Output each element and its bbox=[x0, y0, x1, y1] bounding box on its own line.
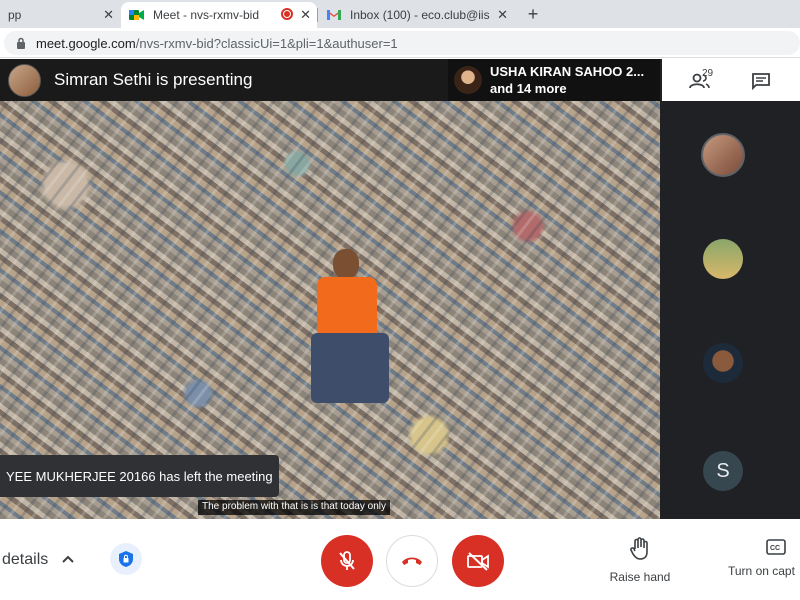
video-person bbox=[305, 249, 395, 469]
active-speaker: USHA KIRAN SAHOO 2... and 14 more bbox=[448, 59, 660, 101]
raise-hand-icon bbox=[630, 537, 648, 560]
gmail-favicon-icon bbox=[326, 7, 342, 23]
meet-favicon-icon bbox=[129, 7, 145, 23]
lock-icon[interactable] bbox=[14, 36, 28, 50]
tab-inbox[interactable]: Inbox (100) - eco.club@iiserbpr.a ✕ bbox=[318, 2, 514, 28]
mic-off-icon bbox=[339, 551, 355, 570]
camera-toggle-button[interactable] bbox=[452, 535, 504, 587]
tab-close-icon[interactable]: ✕ bbox=[497, 7, 508, 23]
tab-title: Inbox (100) - eco.club@iiserbpr.a bbox=[350, 8, 490, 22]
address-bar[interactable]: meet.google.com/nvs-rxmv-bid?classicUi=1… bbox=[4, 31, 800, 55]
meeting-controls: details Raise hand CC Turn on capt bbox=[0, 519, 800, 600]
tab-title: Meet - nvs-rxmv-bid bbox=[153, 8, 260, 22]
tab-meet[interactable]: Meet - nvs-rxmv-bid ✕ bbox=[121, 2, 317, 28]
presentation-header: Simran Sethi is presenting USHA KIRAN SA… bbox=[0, 59, 660, 101]
participant-tiles: S bbox=[660, 101, 800, 519]
participant-avatar[interactable] bbox=[701, 133, 745, 177]
mic-toggle-button[interactable] bbox=[321, 535, 373, 587]
participant-avatar[interactable]: S bbox=[703, 451, 743, 491]
url-path: /nvs-rxmv-bid?classicUi=1&pli=1&authuser… bbox=[135, 35, 398, 51]
captions-icon: CC bbox=[766, 539, 786, 559]
browser-toolbar: meet.google.com/nvs-rxmv-bid?classicUi=1… bbox=[0, 28, 800, 58]
svg-text:CC: CC bbox=[770, 545, 780, 552]
raise-hand-button[interactable]: Raise hand bbox=[598, 537, 682, 584]
captions-button[interactable]: CC Turn on capt bbox=[728, 539, 800, 578]
presenter-status: Simran Sethi is presenting bbox=[54, 70, 253, 89]
meeting-details-label[interactable]: details bbox=[2, 551, 48, 569]
hang-up-icon bbox=[402, 557, 422, 565]
new-tab-button[interactable]: + bbox=[522, 4, 544, 25]
shield-icon[interactable] bbox=[110, 543, 142, 575]
raise-hand-label: Raise hand bbox=[609, 570, 671, 584]
chevron-up-icon[interactable] bbox=[60, 551, 76, 567]
url-host: meet.google.com bbox=[36, 35, 136, 51]
url-text: meet.google.com/nvs-rxmv-bid?classicUi=1… bbox=[36, 36, 398, 51]
tab-close-icon[interactable]: ✕ bbox=[300, 7, 311, 23]
tab-close-icon[interactable]: ✕ bbox=[103, 7, 114, 23]
tab-previous[interactable]: pp ✕ bbox=[0, 2, 120, 28]
speaker-avatar bbox=[454, 66, 482, 94]
chat-icon bbox=[752, 73, 770, 90]
presenter-avatar bbox=[8, 64, 41, 97]
tab-title: pp bbox=[8, 8, 22, 22]
participant-avatar[interactable] bbox=[703, 343, 743, 383]
browser-tab-strip: pp ✕ Meet - nvs-rxmv-bid ✕ Inbox (100) -… bbox=[0, 0, 800, 28]
chat-button[interactable] bbox=[748, 68, 774, 94]
speaker-name: USHA KIRAN SAHOO 2... bbox=[490, 64, 645, 79]
participant-avatar[interactable] bbox=[703, 239, 743, 279]
recording-icon bbox=[281, 8, 293, 20]
speaker-more: and 14 more bbox=[490, 81, 567, 96]
captions-label: Turn on capt bbox=[728, 564, 795, 578]
caption-text: The problem with that is is that today o… bbox=[198, 500, 390, 515]
meet-window: Simran Sethi is presenting USHA KIRAN SA… bbox=[0, 59, 800, 600]
side-header: 29 bbox=[662, 59, 800, 101]
left-meeting-toast: YEE MUKHERJEE 20166 has left the meeting bbox=[0, 455, 279, 497]
leave-call-button[interactable] bbox=[386, 535, 438, 587]
camera-off-icon bbox=[467, 552, 489, 571]
participant-count: 29 bbox=[702, 68, 714, 79]
